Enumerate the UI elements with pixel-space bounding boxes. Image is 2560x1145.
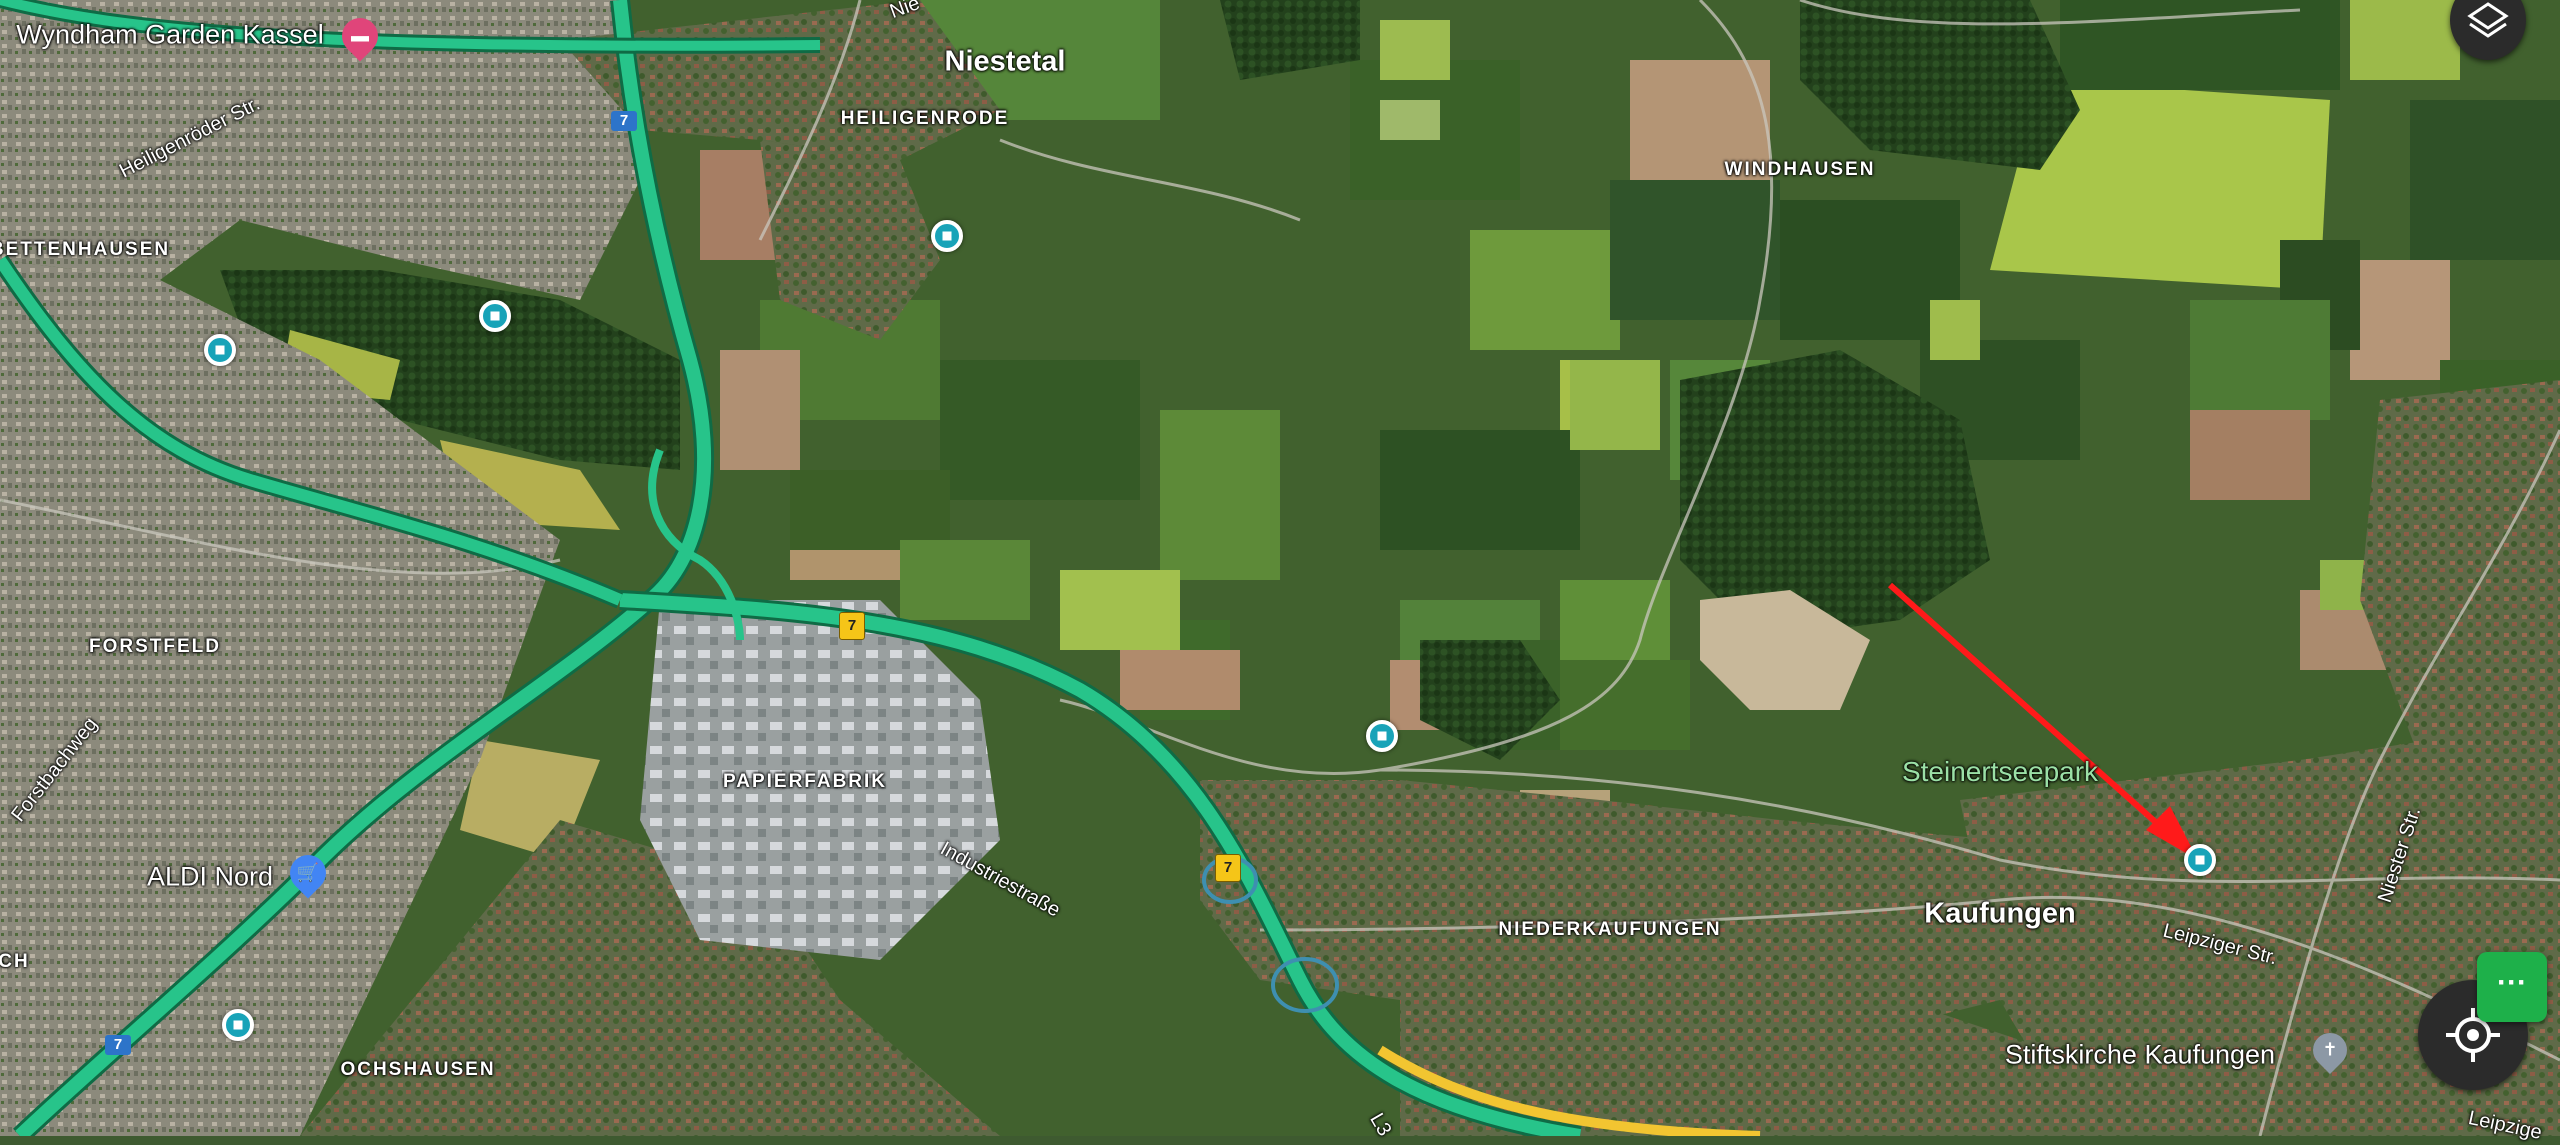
hotel-label[interactable]: Wyndham Garden Kassel	[16, 20, 323, 51]
a7-shield: 7	[105, 1035, 131, 1055]
a7-shield: 7	[839, 612, 865, 640]
label-bettenhausen: BETTENHAUSEN	[0, 239, 171, 260]
a7-shield: 7	[1215, 854, 1241, 882]
shopping-cart-icon: 🛒	[296, 862, 320, 883]
poi-pin-highlighted[interactable]	[2184, 844, 2216, 876]
layers-button[interactable]	[2450, 0, 2526, 60]
poi-pin[interactable]	[222, 1009, 254, 1041]
label-niestetal: Niestetal	[944, 45, 1066, 78]
label-forstfeld: FORSTFELD	[89, 636, 221, 657]
layers-icon	[2467, 2, 2509, 38]
poi-pin[interactable]	[479, 300, 511, 332]
label-windhausen: WINDHAUSEN	[1724, 159, 1876, 180]
poi-pin[interactable]	[931, 220, 963, 252]
satellite-imagery	[0, 0, 2560, 1136]
poi-pin[interactable]	[1366, 720, 1398, 752]
label-steinertseepark[interactable]: Steinertseepark	[1902, 756, 2098, 788]
bed-icon: ▬	[351, 25, 369, 46]
label-ochshausen: OCHSHAUSEN	[340, 1059, 496, 1080]
label-kaufungen: Kaufungen	[1924, 897, 2076, 930]
label-ch-edge: CH	[0, 951, 30, 972]
a7-shield: 7	[611, 111, 637, 131]
label-niederkaufungen: NIEDERKAUFUNGEN	[1498, 919, 1722, 940]
label-heiligenrode: HEILIGENRODE	[840, 108, 1010, 129]
map-view[interactable]: Wyndham Garden Kassel ▬ Niestetal HEILIG…	[0, 0, 2560, 1144]
more-options-button[interactable]: ···	[2477, 952, 2547, 1022]
aldi-label[interactable]: ALDI Nord	[147, 862, 273, 893]
church-icon: ✝	[2322, 1039, 2338, 1060]
label-papierfabrik: PAPIERFABRIK	[722, 771, 888, 792]
poi-pin[interactable]	[204, 334, 236, 366]
more-options-icon: ···	[2497, 966, 2527, 999]
stiftskirche-label[interactable]: Stiftskirche Kaufungen	[2005, 1040, 2275, 1071]
